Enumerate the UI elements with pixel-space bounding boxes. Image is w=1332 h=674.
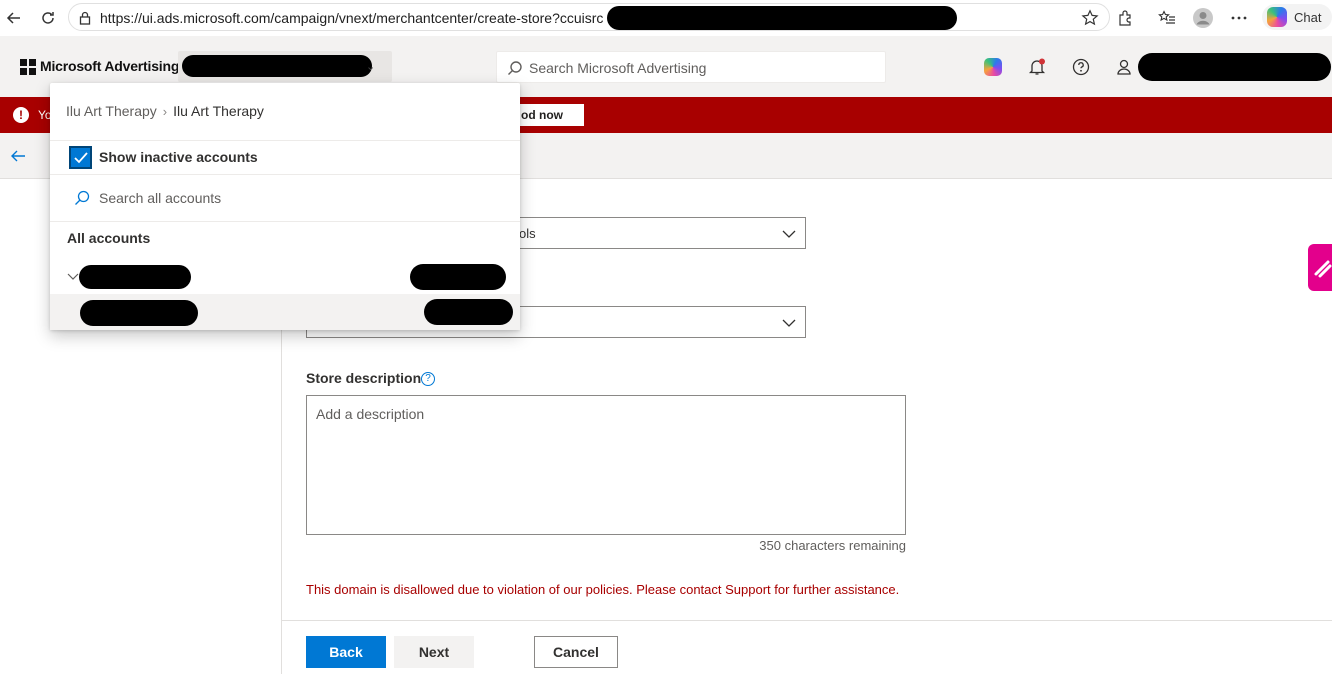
breadcrumb: Ilu Art Therapy › Ilu Art Therapy	[66, 103, 264, 119]
url-text: https://ui.ads.microsoft.com/campaign/vn…	[100, 10, 604, 26]
divider	[50, 221, 520, 222]
account-picker[interactable]	[178, 51, 392, 82]
global-search-input[interactable]: Search Microsoft Advertising	[496, 51, 886, 83]
brand-name: Microsoft Advertising	[40, 58, 180, 74]
store-description-label: Store description	[306, 370, 422, 386]
characters-remaining: 350 characters remaining	[759, 538, 906, 553]
favorites-list-icon[interactable]	[1155, 6, 1179, 30]
breadcrumb-parent[interactable]: Ilu Art Therapy	[66, 103, 157, 119]
redacted-url	[607, 6, 957, 30]
breadcrumb-current: Ilu Art Therapy	[173, 103, 264, 119]
feedback-side-tab[interactable]	[1308, 244, 1332, 291]
more-options-icon[interactable]	[1227, 6, 1251, 30]
alert-icon: !	[13, 107, 29, 123]
divider	[50, 174, 520, 175]
footer-divider	[282, 620, 1332, 621]
browser-toolbar: https://ui.ads.microsoft.com/campaign/vn…	[0, 0, 1332, 36]
browser-refresh-icon[interactable]	[36, 6, 60, 30]
chevron-down-icon[interactable]	[67, 269, 79, 284]
search-icon	[74, 190, 90, 209]
chevron-down-icon	[782, 316, 796, 331]
description-placeholder: Add a description	[316, 406, 425, 422]
domain-error-message: This domain is disallowed due to violati…	[306, 582, 900, 597]
copilot-icon[interactable]	[981, 55, 1005, 79]
user-profile-icon[interactable]	[1112, 55, 1136, 79]
all-accounts-heading: All accounts	[67, 230, 151, 246]
account-search-input[interactable]: Search all accounts	[99, 190, 221, 206]
lock-icon	[79, 11, 91, 28]
chevron-down-icon[interactable]: ⌄	[366, 60, 375, 73]
select-value: ols	[519, 226, 536, 241]
browser-back-icon[interactable]	[2, 6, 26, 30]
redacted-account-name	[182, 55, 372, 77]
search-icon	[507, 60, 523, 79]
divider	[50, 140, 520, 141]
show-inactive-checkbox[interactable]	[69, 146, 92, 169]
redacted-account-name	[80, 300, 198, 326]
profile-avatar-icon[interactable]	[1191, 6, 1215, 30]
store-description-textarea[interactable]: Add a description	[306, 395, 906, 535]
cancel-button[interactable]: Cancel	[534, 636, 618, 668]
next-button[interactable]: Next	[394, 636, 474, 668]
help-icon[interactable]	[1069, 55, 1093, 79]
redacted-user-name	[1138, 53, 1331, 81]
back-button[interactable]: Back	[306, 636, 386, 668]
redacted-account-name[interactable]	[79, 265, 191, 289]
help-icon[interactable]: ?	[421, 372, 435, 386]
redacted-account-id	[424, 299, 513, 325]
account-switcher-dropdown: Ilu Art Therapy › Ilu Art Therapy Show i…	[50, 83, 520, 330]
search-placeholder: Search Microsoft Advertising	[529, 60, 707, 76]
favorite-star-icon[interactable]	[1078, 6, 1102, 30]
show-inactive-label[interactable]: Show inactive accounts	[99, 149, 258, 165]
redacted-account-id	[410, 264, 506, 290]
chevron-down-icon	[782, 227, 796, 242]
address-bar[interactable]: https://ui.ads.microsoft.com/campaign/vn…	[68, 3, 1110, 31]
back-arrow-icon[interactable]	[10, 148, 26, 167]
chat-label: Chat	[1294, 9, 1322, 25]
notifications-bell-icon[interactable]	[1025, 55, 1049, 79]
copilot-chat-button[interactable]: Chat	[1262, 4, 1332, 30]
account-row-selected[interactable]	[50, 294, 520, 330]
microsoft-logo-icon	[20, 59, 36, 75]
extensions-icon[interactable]	[1114, 6, 1138, 30]
copilot-icon	[1267, 7, 1287, 27]
chevron-right-icon: ›	[162, 103, 168, 119]
